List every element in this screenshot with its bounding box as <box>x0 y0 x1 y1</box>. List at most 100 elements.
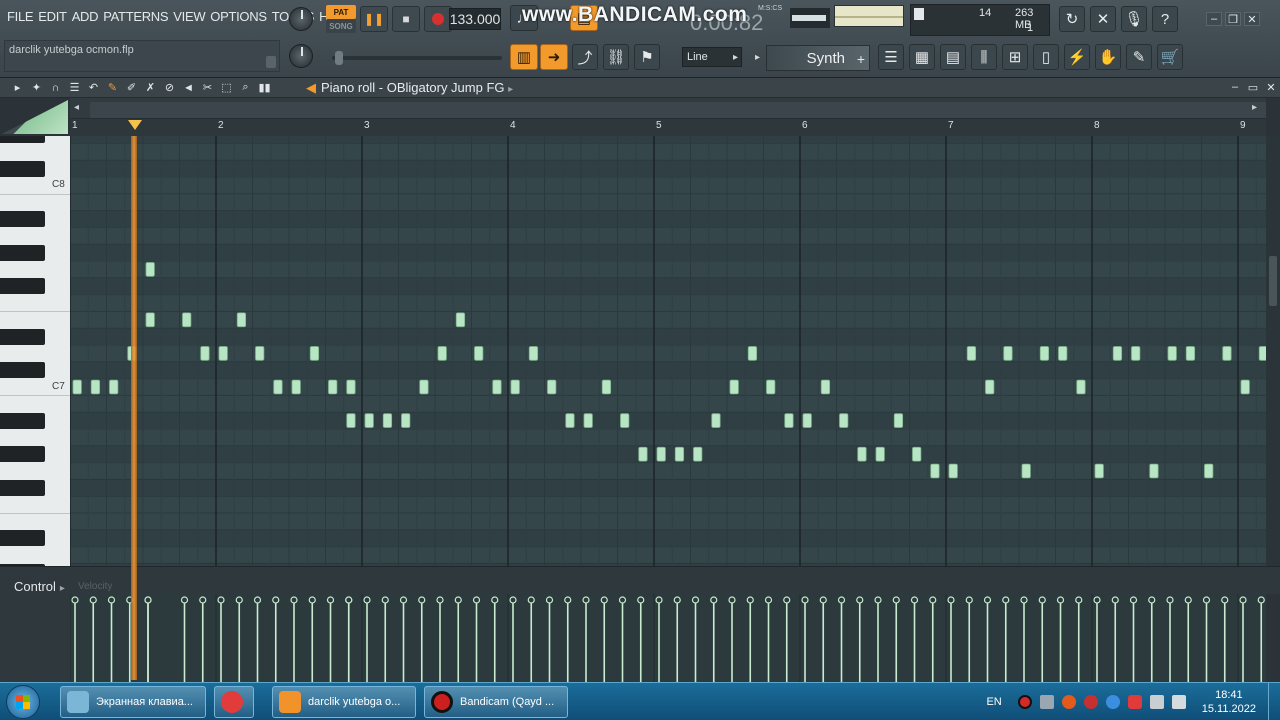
signal-icon[interactable] <box>1149 695 1164 709</box>
pause-button[interactable]: ❚❚ <box>360 6 388 32</box>
task-bandicam[interactable]: Bandicam (Qayd ... <box>424 686 568 718</box>
control-label[interactable]: Control ▸ <box>14 579 65 594</box>
note[interactable] <box>1112 346 1123 361</box>
master-pitch-knob[interactable] <box>289 44 313 68</box>
pr-minimize-button[interactable]: – <box>1228 81 1242 93</box>
add-channel-button[interactable]: + <box>857 51 865 67</box>
note[interactable] <box>364 413 374 428</box>
note[interactable] <box>1131 346 1141 361</box>
pencil-icon[interactable]: ✎ <box>105 80 120 95</box>
note[interactable] <box>1222 346 1232 361</box>
note[interactable] <box>437 346 447 361</box>
stamp-tool-button[interactable]: ⚑ <box>634 44 660 70</box>
bar-number[interactable]: 7 <box>948 120 954 131</box>
black-key[interactable] <box>0 278 45 295</box>
scroll-right-icon[interactable]: ▸ <box>1252 102 1257 113</box>
bluetooth-icon[interactable] <box>1105 695 1120 709</box>
zoom-corner[interactable] <box>2 100 68 134</box>
note[interactable] <box>455 312 466 328</box>
note[interactable] <box>674 446 685 462</box>
note[interactable] <box>729 379 739 395</box>
record-tray-icon[interactable] <box>1017 695 1032 709</box>
task-on-screen-keyboard[interactable]: Экранная клавиа... <box>60 686 206 718</box>
start-button[interactable] <box>6 685 40 719</box>
note[interactable] <box>401 413 411 428</box>
piano-keyboard[interactable]: C8 C7 <box>0 136 70 566</box>
song-position-slider[interactable] <box>332 56 502 60</box>
note[interactable] <box>1094 463 1104 479</box>
note[interactable] <box>656 446 666 462</box>
note[interactable] <box>1076 379 1086 395</box>
network-tray-icon[interactable] <box>1039 695 1054 709</box>
note[interactable] <box>820 379 831 395</box>
note[interactable] <box>565 413 575 428</box>
record-audio-button[interactable]: 🎙 <box>1121 6 1147 32</box>
note[interactable] <box>638 446 648 462</box>
velocity-lane[interactable] <box>70 594 1266 682</box>
lock-icon[interactable] <box>266 56 276 68</box>
note[interactable] <box>474 346 484 361</box>
shop-button[interactable]: 🛒 <box>1157 44 1183 70</box>
record-button[interactable] <box>424 6 452 32</box>
scroll-left-icon[interactable]: ◂ <box>74 102 79 113</box>
tempo-display[interactable]: 133.000 <box>449 8 501 30</box>
slice-icon[interactable]: ✂ <box>200 80 215 95</box>
pat-mode[interactable]: PAT <box>326 5 356 19</box>
note[interactable] <box>693 446 703 462</box>
paint-icon[interactable]: ✐ <box>124 80 139 95</box>
note[interactable] <box>291 379 301 395</box>
note[interactable] <box>948 463 958 479</box>
speaker-icon[interactable]: ◄ <box>181 80 196 95</box>
note[interactable] <box>1149 463 1159 479</box>
bar-number[interactable]: 5 <box>656 120 662 131</box>
note[interactable] <box>109 379 119 395</box>
pr-maximize-button[interactable]: ▭ <box>1246 81 1260 94</box>
macros-button[interactable]: ✎ <box>1126 44 1152 70</box>
bar-number[interactable]: 3 <box>364 120 370 131</box>
note[interactable] <box>1204 463 1214 479</box>
note[interactable] <box>985 379 995 395</box>
note[interactable] <box>492 379 502 395</box>
channel-selector[interactable]: Synth + <box>766 45 870 71</box>
note[interactable] <box>90 379 101 395</box>
step-edit-button[interactable]: ➜ <box>540 44 568 70</box>
black-key[interactable] <box>0 244 45 261</box>
note[interactable] <box>839 413 849 428</box>
bar-number[interactable]: 2 <box>218 120 224 131</box>
song-mode[interactable]: SONG <box>326 19 356 33</box>
note[interactable] <box>711 413 721 428</box>
shield-tray-icon[interactable] <box>1083 695 1098 709</box>
channel-rack-button[interactable]: ▤ <box>940 44 966 70</box>
menu-patterns[interactable]: PATTERNS <box>102 9 169 24</box>
note[interactable] <box>875 446 885 462</box>
black-key[interactable] <box>0 160 45 177</box>
note[interactable] <box>182 312 192 328</box>
note[interactable] <box>966 346 977 361</box>
note[interactable] <box>1185 346 1196 361</box>
note[interactable] <box>1240 379 1250 395</box>
bar-number[interactable]: 6 <box>802 120 808 131</box>
note[interactable] <box>72 379 82 395</box>
vertical-scrollbar[interactable] <box>1266 136 1280 566</box>
note[interactable] <box>510 379 520 395</box>
language-indicator[interactable]: EN <box>986 696 1001 708</box>
browser-tray-icon[interactable] <box>1061 695 1076 709</box>
note[interactable] <box>346 379 356 395</box>
close-button[interactable]: ✕ <box>1244 12 1260 26</box>
song-position-handle[interactable] <box>335 51 343 65</box>
pat-song-toggle[interactable]: PAT SONG <box>326 5 356 33</box>
timeline-ruler[interactable]: 1 2 3 4 5 6 7 8 9 <box>70 98 1266 136</box>
show-desktop-button[interactable] <box>1268 683 1280 720</box>
note[interactable] <box>1039 346 1050 361</box>
note[interactable] <box>620 413 630 428</box>
note[interactable] <box>893 413 904 428</box>
menu-file[interactable]: FILE <box>6 9 34 24</box>
master-volume-knob[interactable] <box>289 7 313 31</box>
note[interactable] <box>346 413 356 428</box>
note[interactable] <box>255 346 265 361</box>
menu-edit[interactable]: EDIT <box>37 9 67 24</box>
note[interactable] <box>382 413 393 428</box>
black-key[interactable] <box>0 530 45 547</box>
pr-close-button[interactable]: ✕ <box>1264 81 1278 94</box>
note[interactable] <box>236 312 247 328</box>
